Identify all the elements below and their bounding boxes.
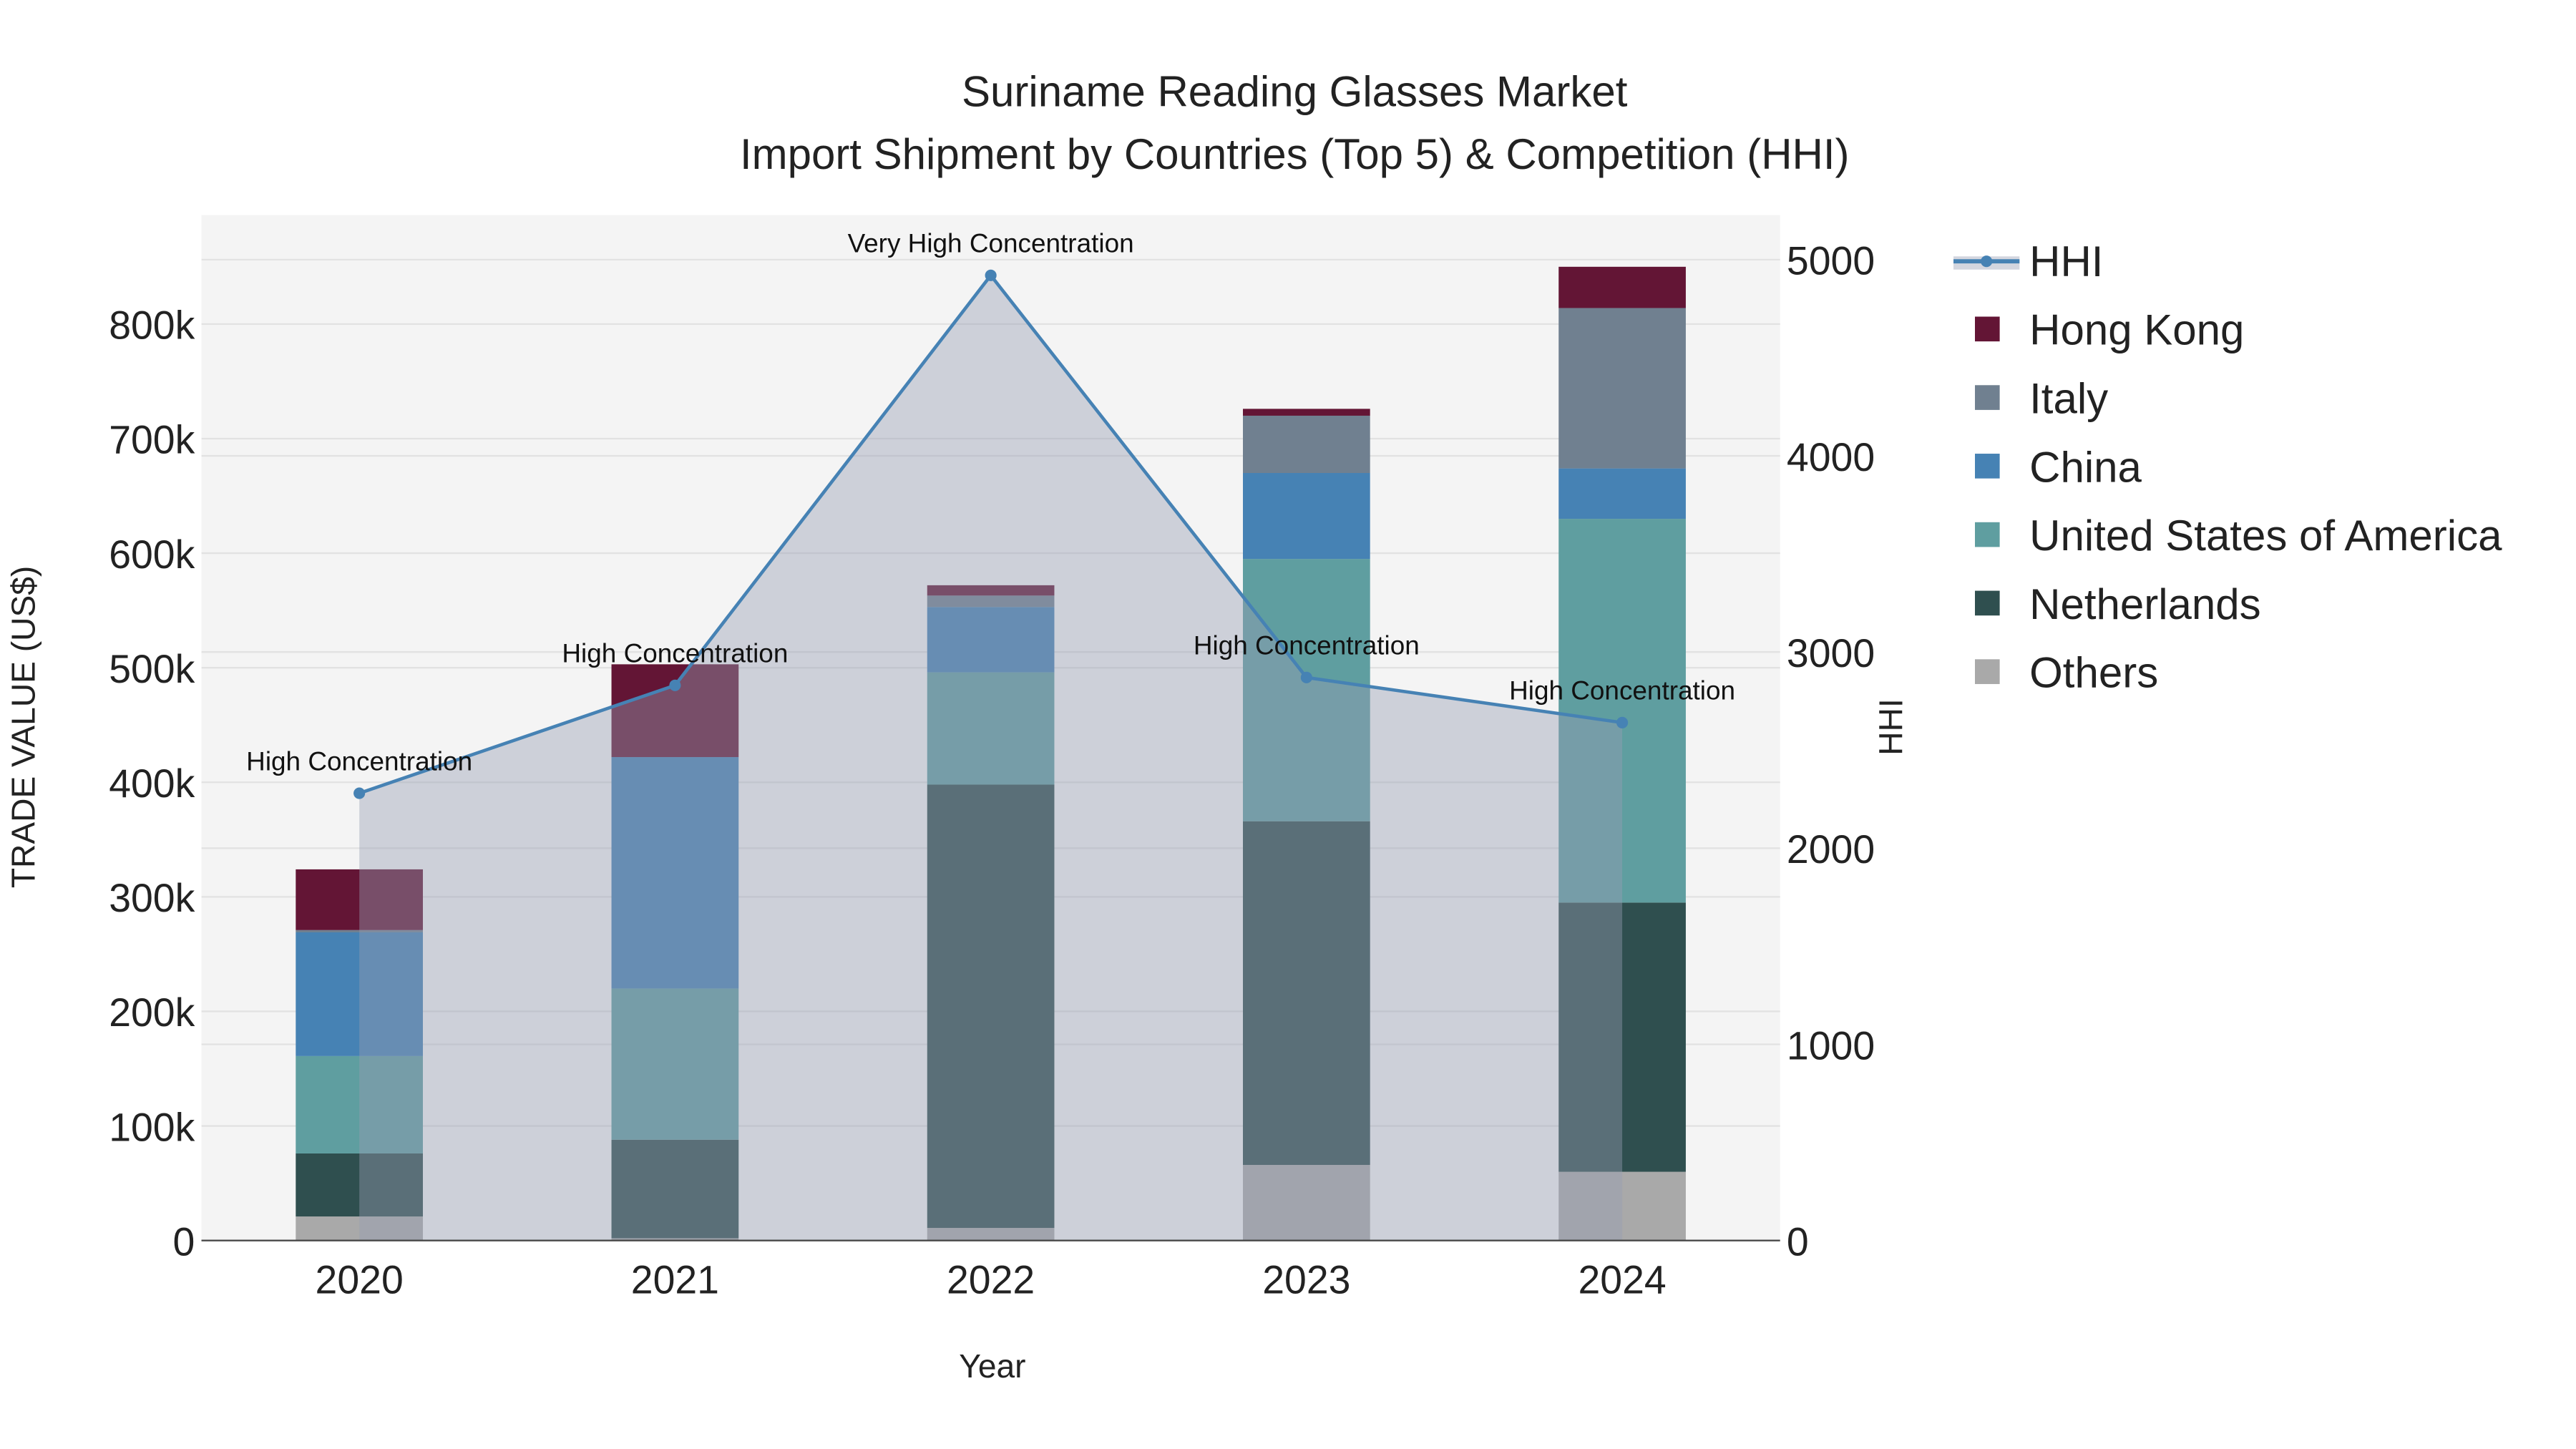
bar-china-2023 <box>1243 473 1370 560</box>
bar-hong-kong-2023 <box>1243 409 1370 416</box>
legend-swatch <box>1975 316 2000 342</box>
x-axis-ticks: 2020 2021 2022 2023 2024 <box>316 1258 1667 1302</box>
chart: High Concentration High Concentration Very… <box>4 67 2502 1385</box>
bar-china-2024 <box>1558 468 1686 519</box>
y2-tick-label: 0 <box>1787 1219 1809 1264</box>
hhi-point-2023 <box>1300 671 1312 683</box>
legend-label: Italy <box>2029 375 2108 423</box>
y-tick-label: 0 <box>172 1219 195 1264</box>
y2-tick-label: 2000 <box>1787 827 1875 872</box>
y-tick-label: 300k <box>109 876 195 920</box>
hhi-annotation: High Concentration <box>562 638 788 668</box>
x-tick-label: 2020 <box>316 1258 404 1302</box>
legend-item-united-states-of-america[interactable]: United States of America <box>1975 512 2502 560</box>
x-axis-label: Year <box>959 1347 1025 1385</box>
legend: HHI Hong Kong Italy China United States of A… <box>1953 238 2502 697</box>
y2-tick-label: 5000 <box>1787 239 1875 283</box>
x-tick-label: 2022 <box>947 1258 1035 1302</box>
legend-swatch <box>1975 590 2000 616</box>
legend-label: HHI <box>2029 238 2103 286</box>
hhi-point-2022 <box>985 269 997 281</box>
legend-item-others[interactable]: Others <box>1975 649 2158 697</box>
y2-tick-label: 4000 <box>1787 435 1875 479</box>
y-tick-label: 800k <box>109 303 195 348</box>
hhi-point-2024 <box>1616 716 1629 728</box>
legend-item-italy[interactable]: Italy <box>1975 375 2108 423</box>
legend-label: Hong Kong <box>2029 306 2244 354</box>
bar-italy-2023 <box>1243 415 1370 474</box>
legend-swatch <box>1975 522 2000 547</box>
x-tick-label: 2024 <box>1578 1258 1666 1302</box>
y-tick-label: 400k <box>109 761 195 806</box>
y2-tick-label: 3000 <box>1787 631 1875 675</box>
legend-swatch <box>1975 659 2000 684</box>
hhi-annotation: Very High Concentration <box>848 229 1134 258</box>
hhi-annotation: High Concentration <box>1509 676 1735 706</box>
legend-item-hong-kong[interactable]: Hong Kong <box>1975 306 2244 354</box>
y2-axis-ticks: 0 1000 2000 3000 4000 5000 <box>1787 239 1875 1264</box>
y2-tick-label: 1000 <box>1787 1023 1875 1068</box>
y-axis-label: TRADE VALUE (US$) <box>4 566 42 888</box>
legend-label: Others <box>2029 649 2158 697</box>
hhi-point-2021 <box>669 679 681 691</box>
legend-marker <box>1981 255 1993 268</box>
chart-subtitle: Import Shipment by Countries (Top 5) & C… <box>740 130 1850 178</box>
legend-swatch <box>1975 454 2000 479</box>
chart-title: Suriname Reading Glasses Market <box>962 67 1628 115</box>
legend-item-china[interactable]: China <box>1975 443 2142 491</box>
hhi-point-2020 <box>353 787 366 799</box>
bar-italy-2024 <box>1558 308 1686 469</box>
y2-axis-label: HHI <box>1872 698 1909 755</box>
bar-hong-kong-2024 <box>1558 266 1686 308</box>
legend-label: China <box>2029 443 2142 491</box>
legend-item-hhi[interactable]: HHI <box>1953 238 2103 286</box>
y-tick-label: 100k <box>109 1105 195 1149</box>
y-axis-ticks: 0 100k 200k 300k 400k 500k 600k 700k 800k <box>109 303 195 1264</box>
y-tick-label: 700k <box>109 418 195 462</box>
x-tick-label: 2023 <box>1262 1258 1350 1302</box>
legend-label: United States of America <box>2029 512 2502 560</box>
legend-label: Netherlands <box>2029 580 2261 628</box>
legend-item-netherlands[interactable]: Netherlands <box>1975 580 2261 628</box>
hhi-annotation: High Concentration <box>246 746 472 776</box>
x-tick-label: 2021 <box>631 1258 719 1302</box>
y-tick-label: 200k <box>109 990 195 1035</box>
y-tick-label: 500k <box>109 647 195 691</box>
hhi-annotation: High Concentration <box>1194 631 1420 660</box>
legend-swatch <box>1975 385 2000 410</box>
y-tick-label: 600k <box>109 532 195 577</box>
